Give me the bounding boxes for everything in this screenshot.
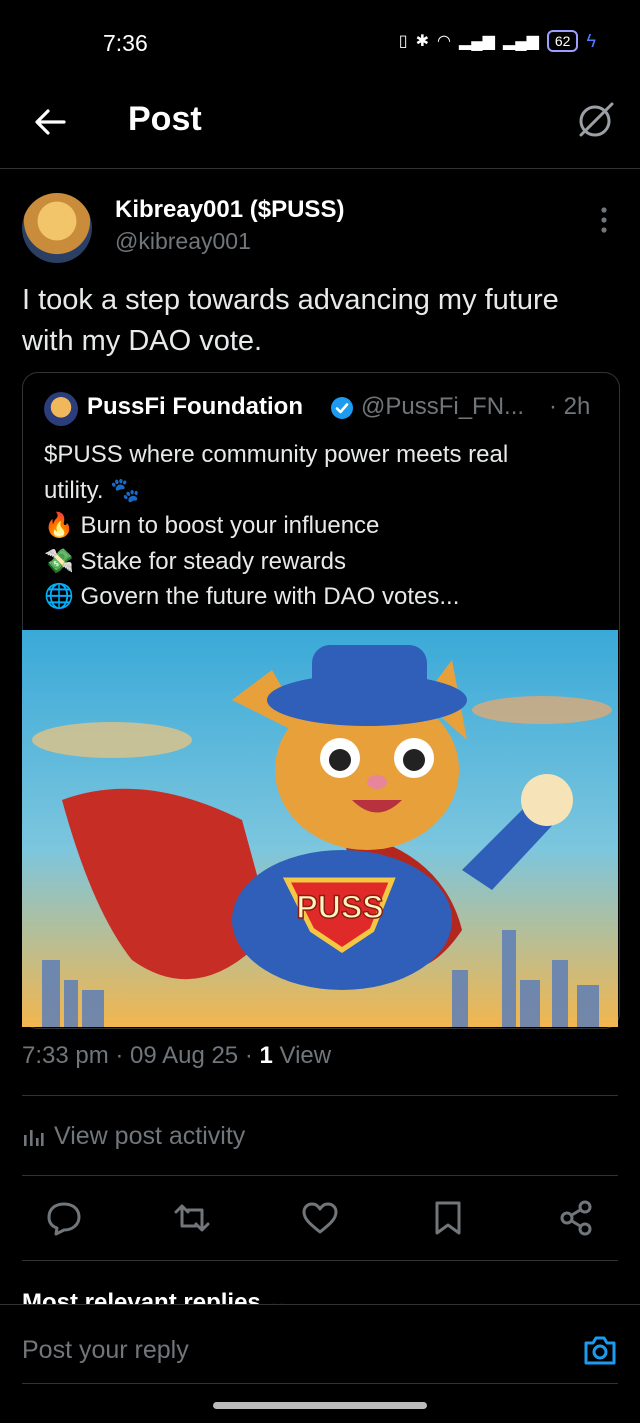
reply-icon[interactable] bbox=[44, 1198, 84, 1238]
bar-chart-icon bbox=[24, 1129, 44, 1146]
quoted-line: utility. 🐾 bbox=[44, 476, 141, 504]
battery-icon: 62 bbox=[546, 30, 579, 52]
bluetooth-icon: ✱ bbox=[415, 33, 430, 50]
divider bbox=[22, 1260, 618, 1261]
author-avatar[interactable] bbox=[22, 193, 92, 263]
quoted-line: $PUSS where community power meets real bbox=[44, 441, 509, 468]
post-meta: 7:33 pm · 09 Aug 25 · 1 View bbox=[22, 1042, 331, 1070]
signal-icon: ▂▄▆ bbox=[458, 33, 495, 50]
divider bbox=[22, 1095, 618, 1096]
view-count: 1 bbox=[259, 1042, 273, 1069]
author-handle[interactable]: @kibreay001 bbox=[115, 228, 251, 255]
view-label: View bbox=[272, 1042, 332, 1069]
quoted-author-handle: @PussFi_FN... bbox=[361, 393, 525, 420]
quoted-post-time: · 2h bbox=[549, 393, 591, 420]
quoted-line: 💸 Stake for steady rewards bbox=[44, 547, 347, 575]
chest-logo-text: PUSS bbox=[296, 889, 383, 925]
quoted-post-text: $PUSS where community power meets real u… bbox=[44, 437, 604, 615]
vibrate-icon: ▯ bbox=[398, 33, 408, 50]
post-text: I took a step towards advancing my futur… bbox=[22, 284, 559, 357]
wifi-icon: ◠ bbox=[437, 33, 451, 50]
grok-icon[interactable] bbox=[574, 98, 618, 142]
signal-2-icon: ▂▄▆ bbox=[502, 33, 539, 50]
view-activity-label: View post activity bbox=[54, 1122, 246, 1150]
share-icon[interactable] bbox=[556, 1198, 596, 1238]
like-icon[interactable] bbox=[300, 1198, 340, 1238]
post-timestamp: 7:33 pm · 09 Aug 25 · bbox=[22, 1042, 260, 1069]
status-time: 7:36 bbox=[103, 30, 148, 56]
page-title: Post bbox=[128, 100, 202, 138]
quoted-author-avatar bbox=[44, 392, 78, 426]
top-app-bar bbox=[0, 88, 640, 169]
verified-badge-icon bbox=[331, 397, 353, 419]
bookmark-icon[interactable] bbox=[428, 1198, 468, 1238]
status-icons: ▯ ✱ ◠ ▂▄▆ ▂▄▆ 62 ϟ bbox=[399, 30, 596, 52]
reply-underline bbox=[22, 1383, 618, 1384]
reply-input[interactable]: Post your reply bbox=[22, 1336, 189, 1365]
superhero-cat-image[interactable]: PUSS bbox=[22, 630, 618, 1027]
home-indicator[interactable] bbox=[213, 1402, 427, 1409]
repost-icon[interactable] bbox=[172, 1198, 212, 1238]
back-arrow-icon[interactable] bbox=[30, 102, 70, 142]
author-name[interactable]: Kibreay001 ($PUSS) bbox=[115, 196, 344, 224]
quoted-author-name: PussFi Foundation bbox=[87, 393, 303, 420]
divider bbox=[22, 1175, 618, 1176]
quoted-line: 🔥 Burn to boost your influence bbox=[44, 512, 380, 539]
view-activity-link[interactable]: View post activity bbox=[22, 1122, 245, 1151]
camera-icon[interactable] bbox=[582, 1332, 618, 1368]
more-options-icon[interactable] bbox=[594, 205, 614, 235]
quoted-line: 🌐 Govern the future with DAO votes... bbox=[44, 583, 460, 610]
charging-icon: ϟ bbox=[586, 30, 596, 51]
